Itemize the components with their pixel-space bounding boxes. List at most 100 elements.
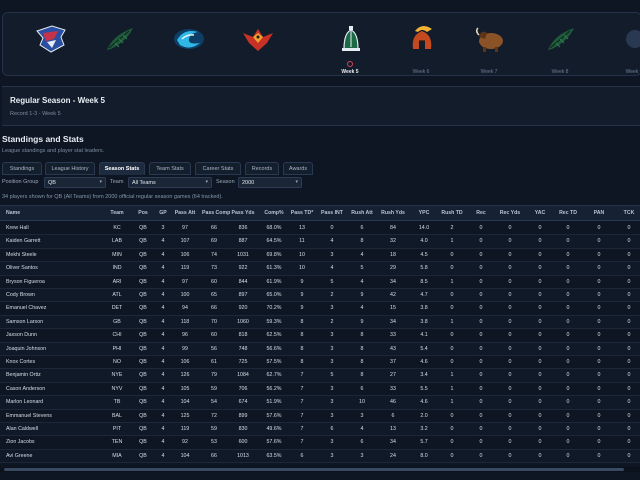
stat-cell: 56 xyxy=(211,345,217,352)
stat-cell: 0 xyxy=(479,238,483,245)
stat-cell: QB xyxy=(139,332,147,339)
stat-cell: 0 xyxy=(450,265,454,272)
table-row[interactable]: Jaxson Dunn CHI QB 4 96 60 818 62.5% 8 3 8 33 4.1 0 0 0… xyxy=(0,329,640,343)
stat-cell: 6 xyxy=(391,412,395,419)
tab-awards[interactable]: Awards xyxy=(283,162,313,175)
player-name-cell: Benjamin Ortiz xyxy=(6,372,41,379)
stat-cell: 107 xyxy=(180,238,190,245)
column-header[interactable]: Team xyxy=(106,206,128,221)
stat-cell: 3 xyxy=(360,412,364,419)
player-name-cell: Mekhi Steele xyxy=(6,251,37,258)
stat-cell: 0 xyxy=(508,305,512,312)
stat-cell: 6 xyxy=(330,426,334,432)
column-header[interactable]: Pass TD* xyxy=(290,206,314,221)
stat-cell: 64.5% xyxy=(266,238,282,245)
stat-cell: 887 xyxy=(238,238,248,245)
tab-standings[interactable]: Standings xyxy=(2,162,42,175)
table-row[interactable]: Emanuel Chavez DET QB 4 94 66 920 70.2% 9 3 4 15 3.8… xyxy=(0,302,640,316)
tab-team-stats[interactable]: Team Stats xyxy=(149,162,191,175)
table-row[interactable]: Bryson Figueroa ARI QB 4 97 60 844 61.9% 9 5 4 34 8.… xyxy=(0,276,640,289)
schedule-week[interactable]: Week 9 xyxy=(599,13,640,75)
stat-cell: 66 xyxy=(211,305,217,312)
table-row[interactable]: Knox Cortes NO QB 4 106 61 725 57.5% 8 3 8 37 4.6 0 0 0… xyxy=(0,356,640,370)
stat-cell: 4 xyxy=(161,278,165,285)
table-row[interactable]: Krew Hall KC QB 3 97 66 836 68.0% 13 0 6 84 14.0 2 0 0 0… xyxy=(0,222,640,236)
column-header[interactable]: Rec Yds xyxy=(498,206,522,221)
column-header[interactable]: GP xyxy=(156,206,170,221)
column-header[interactable]: Pass Comp xyxy=(202,206,230,221)
table-row[interactable]: Emmanuel Stevens BAL QB 4 125 72 899 57.6% 7 3 3 6 2… xyxy=(0,410,640,423)
column-header[interactable]: Rec TD xyxy=(556,206,580,221)
stat-cell: 0 xyxy=(627,305,631,312)
season-select[interactable]: 2000 ▾ xyxy=(238,177,302,188)
stat-cell: 7 xyxy=(300,412,304,419)
stat-cell: 0 xyxy=(479,385,483,392)
stat-cell: 0 xyxy=(597,238,601,245)
horizontal-scrollbar[interactable] xyxy=(0,467,640,472)
column-header[interactable]: Comp% xyxy=(262,206,286,221)
stat-cell: 0 xyxy=(508,318,512,325)
column-header[interactable]: Pass Att xyxy=(174,206,196,221)
schedule-week[interactable]: Week 5 xyxy=(315,13,385,75)
tab-records[interactable]: Records xyxy=(245,162,279,175)
table-row[interactable]: Mekhi Steele MIN QB 4 106 74 1031 69.8% 10 3 4 18 4.… xyxy=(0,249,640,263)
table-row[interactable]: Samson Larson GB QB 4 118 70 1060 59.3% 8 2 9 34 3.8… xyxy=(0,315,640,330)
column-header[interactable]: Rush Yds xyxy=(380,206,406,221)
column-header[interactable]: TCK xyxy=(620,206,638,221)
column-header[interactable]: Pass INT xyxy=(320,206,344,221)
schedule-week[interactable] xyxy=(84,13,154,75)
column-header[interactable]: Rush TD xyxy=(440,206,464,221)
stat-cell: 3 xyxy=(360,452,364,459)
stat-cell: 96 xyxy=(182,332,188,339)
column-header[interactable]: Pass Yds xyxy=(230,206,256,221)
stat-cell: 3.2 xyxy=(420,426,428,432)
table-row[interactable]: Benjamin Ortiz NYE QB 4 126 79 1084 62.7% 7 5 8 27 3… xyxy=(0,369,640,383)
stat-cell: 0 xyxy=(450,292,454,298)
table-row[interactable]: Marlon Leonard TB QB 4 104 54 674 51.9% 7 3 10 46 4.… xyxy=(0,396,640,410)
stat-cell: 0 xyxy=(508,439,512,446)
stat-cell: 0 xyxy=(597,332,601,339)
schedule-week[interactable]: Week 6 xyxy=(386,13,456,75)
stat-cell: 5 xyxy=(330,372,334,379)
stat-cell: 6 xyxy=(300,452,304,459)
schedule-week[interactable] xyxy=(153,13,223,75)
player-name-cell: Cason Anderson xyxy=(6,385,46,392)
column-header[interactable]: Rush Att xyxy=(350,206,374,221)
stat-cell: 0 xyxy=(566,332,570,339)
stat-cell: 59.3% xyxy=(266,318,282,325)
scrollbar-thumb[interactable] xyxy=(4,468,624,471)
table-row[interactable]: Avi Greene MIA QB 4 104 66 1013 63.5% 6 3 3 24 8.0 0 0… xyxy=(0,449,640,464)
schedule-week[interactable] xyxy=(222,13,292,75)
column-header[interactable]: PAN xyxy=(590,206,608,221)
column-header[interactable]: Name xyxy=(6,206,96,221)
schedule-week[interactable]: Week 8 xyxy=(525,13,595,75)
tab-league-history[interactable]: League History xyxy=(45,162,95,175)
stat-cell: 9 xyxy=(300,292,304,298)
stat-cell: 0 xyxy=(597,225,601,231)
table-row[interactable]: Oliver Santos IND QB 4 119 73 922 61.3% 10 4 5 29 5.… xyxy=(0,262,640,276)
stat-cell: 3 xyxy=(330,345,334,352)
stat-cell: 0 xyxy=(597,426,601,432)
tab-season-stats[interactable]: Season Stats xyxy=(99,162,145,175)
table-row[interactable]: Alan Caldwell PIT QB 4 119 59 830 49.6% 7 6 4 13 3.2… xyxy=(0,423,640,437)
schedule-week[interactable] xyxy=(15,13,85,75)
column-header[interactable]: Rec xyxy=(472,206,490,221)
stat-cell: 0 xyxy=(508,412,512,419)
table-row[interactable]: Cason Anderson NYV QB 4 105 59 706 56.2% 7 3 6 33 5.… xyxy=(0,383,640,397)
column-header[interactable]: YPC xyxy=(414,206,434,221)
column-header[interactable]: Pos xyxy=(134,206,152,221)
position-group-select[interactable]: QB ▾ xyxy=(44,177,106,188)
tab-career-stats[interactable]: Career Stats xyxy=(195,162,241,175)
stat-cell: 4 xyxy=(161,385,165,392)
column-header[interactable]: YAC xyxy=(532,206,548,221)
table-row[interactable]: Zion Jacobs TEN QB 4 92 53 600 57.6% 7 3 6 34 5.7 0 0 0… xyxy=(0,436,640,450)
team-select[interactable]: All Teams ▾ xyxy=(128,177,212,188)
table-row[interactable]: Cody Brown ATL QB 4 100 65 897 65.0% 9 2 9 42 4.7 0 0 0… xyxy=(0,289,640,303)
stat-cell: ATL xyxy=(112,292,122,298)
table-row[interactable]: Joaquin Johnson PHI QB 4 99 56 748 56.6% 8 3 8 43 5.… xyxy=(0,342,640,356)
stat-cell: 0 xyxy=(627,278,631,285)
schedule-week[interactable]: Week 7 xyxy=(454,13,524,75)
stat-cell: 1 xyxy=(450,318,454,325)
table-row[interactable]: Kaiden Garrett LAB QB 4 107 69 887 64.5% 11 4 8 32 4… xyxy=(0,235,640,249)
stat-cell: 34 xyxy=(390,318,396,325)
